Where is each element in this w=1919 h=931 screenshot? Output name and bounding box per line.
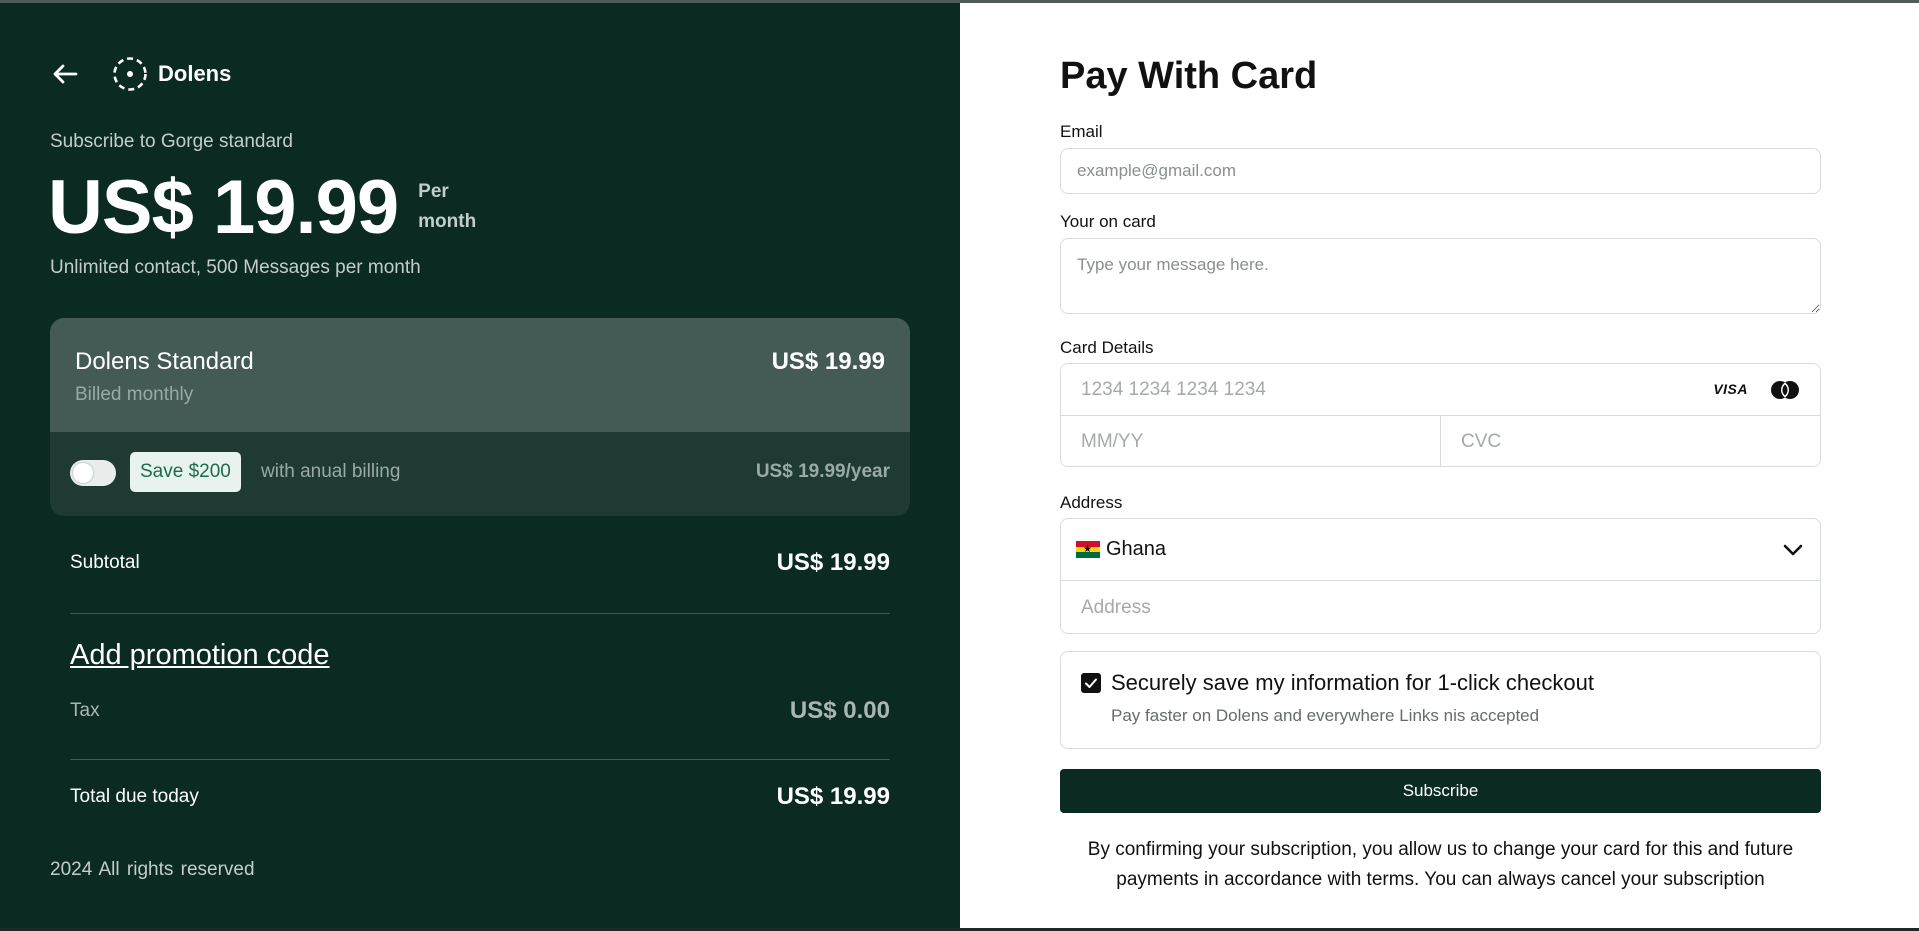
price-block: US$ 19.99 Per month bbox=[48, 165, 498, 251]
name-on-card-field[interactable] bbox=[1060, 238, 1821, 314]
total-row: Total due today US$ 19.99 bbox=[70, 783, 890, 811]
card-details-label: Card Details bbox=[1060, 338, 1154, 357]
card-number-input[interactable] bbox=[1061, 364, 1820, 416]
card-details-group: VISA bbox=[1060, 363, 1821, 467]
save-info-subtitle: Pay faster on Dolens and everywhere Link… bbox=[1111, 706, 1540, 725]
toggle-knob bbox=[73, 463, 93, 483]
ghana-flag-icon: ★ bbox=[1076, 541, 1100, 558]
annual-billing-row: Save $200 with anual billing US$ 19.99/y… bbox=[50, 432, 910, 516]
subtotal-row: Subtotal US$ 19.99 bbox=[70, 549, 890, 577]
main-price: US$ 19.99 bbox=[48, 165, 399, 250]
subscribe-to-title: Subscribe to Gorge standard bbox=[50, 131, 293, 152]
plan-name: Dolens Standard bbox=[75, 348, 254, 375]
address-input[interactable] bbox=[1061, 581, 1820, 633]
save-info-option: Securely save my information for 1-click… bbox=[1060, 651, 1821, 749]
tax-label: Tax bbox=[70, 700, 100, 721]
country-value: Ghana bbox=[1106, 538, 1167, 560]
address-label: Address bbox=[1060, 493, 1123, 512]
add-promotion-code-link[interactable]: Add promotion code bbox=[70, 639, 330, 672]
card-expiry-input[interactable] bbox=[1061, 416, 1441, 466]
payment-form-panel: Pay With Card Email Your on card Card De… bbox=[960, 3, 1919, 928]
dashed-circle-dot-icon bbox=[113, 57, 147, 91]
tax-value: US$ 0.00 bbox=[789, 697, 890, 724]
divider bbox=[70, 613, 890, 614]
annual-price: US$ 19.99/year bbox=[755, 461, 890, 482]
plan-card: Dolens Standard Billed monthly US$ 19.99… bbox=[50, 318, 910, 516]
tax-row: Tax US$ 0.00 bbox=[70, 697, 890, 725]
address-group: ★ Ghana bbox=[1060, 518, 1821, 634]
checkmark-icon bbox=[1085, 678, 1097, 688]
plan-price: US$ 19.99 bbox=[771, 348, 885, 375]
card-cvc-input[interactable] bbox=[1441, 416, 1820, 466]
arrow-left-icon bbox=[53, 64, 78, 84]
annual-billing-text: with anual billing bbox=[261, 461, 401, 482]
country-select[interactable]: ★ Ghana bbox=[1061, 519, 1820, 581]
annual-billing-toggle[interactable] bbox=[70, 460, 116, 486]
subtotal-value: US$ 19.99 bbox=[776, 549, 890, 576]
name-on-card-label: Your on card bbox=[1060, 212, 1156, 231]
billing-period: Per month bbox=[418, 181, 477, 232]
plan-billing: Billed monthly bbox=[75, 384, 194, 405]
email-label: Email bbox=[1060, 122, 1103, 141]
terms-text: By confirming your subscription, you all… bbox=[1087, 839, 1794, 890]
chevron-down-icon bbox=[1783, 544, 1803, 556]
brand-header: Dolens bbox=[50, 55, 231, 93]
divider bbox=[70, 759, 890, 760]
plan-features: Unlimited contact, 500 Messages per mont… bbox=[50, 257, 421, 278]
page-title: Pay With Card bbox=[1060, 55, 1318, 97]
total-label: Total due today bbox=[70, 786, 199, 807]
save-badge: Save $200 bbox=[130, 452, 241, 492]
subtotal-label: Subtotal bbox=[70, 552, 140, 573]
total-value: US$ 19.99 bbox=[776, 783, 890, 810]
mastercard-icon bbox=[1771, 381, 1799, 399]
email-field[interactable] bbox=[1060, 148, 1821, 194]
brand-name: Dolens bbox=[158, 61, 232, 86]
subscribe-button[interactable]: Subscribe bbox=[1060, 769, 1821, 813]
plan-card-header: Dolens Standard Billed monthly US$ 19.99 bbox=[50, 318, 910, 432]
footer-copyright: 2024 All rights reserved bbox=[50, 859, 255, 880]
save-info-title: Securely save my information for 1-click… bbox=[1111, 670, 1594, 695]
save-info-checkbox[interactable] bbox=[1081, 673, 1101, 693]
order-summary-panel: Dolens Subscribe to Gorge standard US$ 1… bbox=[0, 3, 960, 928]
back-button[interactable] bbox=[50, 59, 80, 89]
visa-icon: VISA bbox=[1713, 381, 1748, 397]
